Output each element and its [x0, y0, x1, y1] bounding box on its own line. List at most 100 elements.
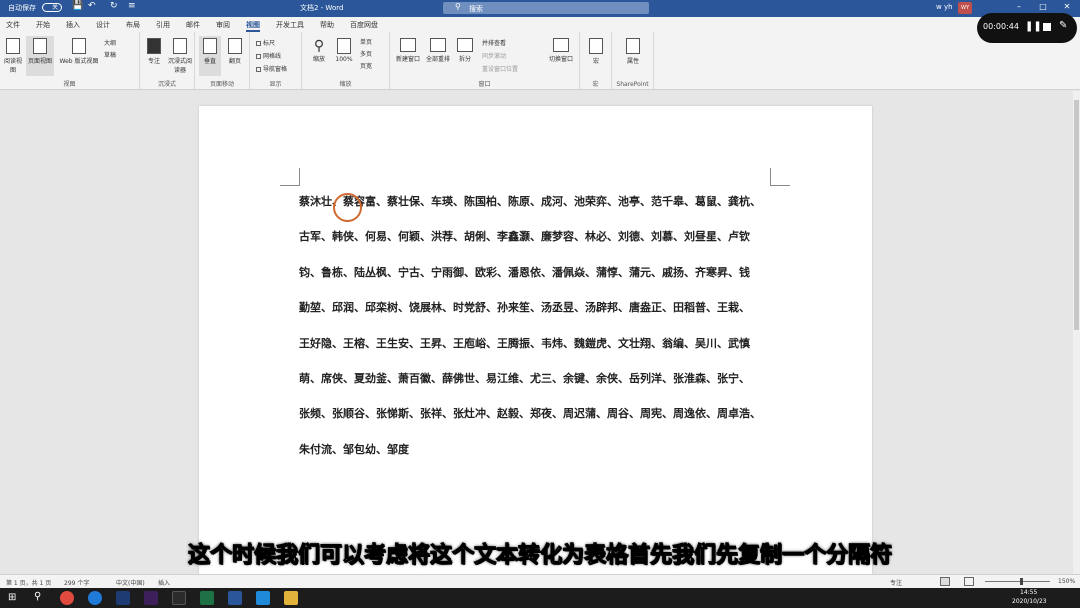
- properties-button[interactable]: 属性: [622, 38, 644, 65]
- word-icon[interactable]: [228, 591, 242, 605]
- zoom-100-button[interactable]: 100%: [332, 38, 356, 63]
- tab-references[interactable]: 引用: [156, 20, 170, 30]
- document-body[interactable]: 蔡沐壮、蔡容富、蔡壮保、车瑛、陈国柏、陈原、成河、池荣弈、池亭、范千皋、葛鼠、龚…: [299, 194, 779, 477]
- outline-button[interactable]: 大纲: [104, 38, 116, 47]
- focus-button[interactable]: 专注: [144, 38, 164, 65]
- text-line: 钧、鲁栋、陆丛枫、宁古、宁雨御、欧彩、潘恩依、潘佩焱、蒲惇、蒲元、戚扬、齐寒昇、…: [299, 265, 750, 279]
- macro-icon: [589, 38, 603, 54]
- stop-icon[interactable]: [1043, 23, 1051, 31]
- ribbon: 阅读视图 页面视图 Web 版式视图 大纲 草稿 视图 专注 沉浸式阅读器 沉浸…: [0, 32, 1080, 90]
- pause-icon[interactable]: ❚❚: [1025, 21, 1042, 32]
- clock-time[interactable]: 14:55: [1020, 589, 1037, 596]
- edge-icon[interactable]: [88, 591, 102, 605]
- split-button[interactable]: 拆分: [454, 38, 476, 63]
- user-name[interactable]: w yh: [936, 3, 953, 11]
- tab-review[interactable]: 审阅: [216, 20, 230, 30]
- tab-baidu-netdisk[interactable]: 百度网盘: [350, 20, 378, 30]
- scrollbar-thumb[interactable]: [1074, 100, 1079, 330]
- vertical-icon: [203, 38, 217, 54]
- recorder-app-icon[interactable]: [256, 591, 270, 605]
- tab-file[interactable]: 文件: [6, 20, 20, 30]
- language[interactable]: 中文(中国): [116, 578, 145, 587]
- text-line: 萌、席侠、夏劲釜、萧百徽、薛佛世、易江维、尤三、余键、余侠、岳列洋、张淮森、张宁…: [299, 371, 750, 385]
- tab-help[interactable]: 帮助: [320, 20, 334, 30]
- page-count[interactable]: 第 1 页，共 1 页: [6, 578, 51, 587]
- app-icon[interactable]: [172, 591, 186, 605]
- web-layout-status-icon[interactable]: [964, 577, 974, 586]
- text-line: 古军、韩侠、何易、何颖、洪荐、胡俐、李鑫灏、廉梦容、林必、刘德、刘慕、刘昼星、卢…: [299, 230, 750, 244]
- globe-icon: [72, 38, 86, 54]
- web-layout-button[interactable]: Web 版式视图: [56, 38, 102, 65]
- tab-layout[interactable]: 布局: [126, 20, 140, 30]
- sharepoint-group-label: SharePoint: [616, 81, 649, 88]
- customize-toolbar-icon[interactable]: ≡: [128, 1, 136, 11]
- immersive-reader-button[interactable]: 沉浸式阅读器: [166, 38, 194, 74]
- macros-group-label: 宏: [592, 81, 599, 88]
- save-icon[interactable]: 💾: [72, 1, 83, 11]
- vertical-button[interactable]: 垂直: [199, 36, 221, 76]
- view-side-by-side-button[interactable]: 并排查看: [482, 38, 506, 47]
- autosave-toggle[interactable]: 关: [42, 3, 62, 12]
- tab-view[interactable]: 视图: [246, 20, 260, 32]
- photoshop-icon[interactable]: [116, 591, 130, 605]
- page-width-button[interactable]: 页宽: [360, 61, 372, 70]
- synchronous-scrolling-button[interactable]: 同步滚动: [482, 51, 506, 60]
- read-mode-button[interactable]: 阅读视图: [3, 38, 23, 74]
- undo-icon[interactable]: ↶: [88, 1, 96, 11]
- video-subtitle: 这个时候我们可以考虑将这个文本转化为表格首先我们先复制一个分隔符: [187, 543, 892, 569]
- tab-insert[interactable]: 插入: [66, 20, 80, 30]
- new-window-button[interactable]: 新建窗口: [394, 38, 422, 63]
- gridlines-checkbox[interactable]: 网格线: [256, 51, 281, 60]
- premiere-icon[interactable]: [144, 591, 158, 605]
- windows-start-icon[interactable]: ⊞: [8, 592, 16, 603]
- zoom-slider-thumb[interactable]: [1020, 578, 1023, 585]
- zoom-slider[interactable]: [985, 581, 1050, 582]
- status-bar: 第 1 页，共 1 页 299 个字 中文(中国) 插入 专注 150%: [0, 574, 1080, 588]
- tab-developer[interactable]: 开发工具: [276, 20, 304, 30]
- book-icon: [6, 38, 20, 54]
- navigation-pane-checkbox[interactable]: 导航窗格: [256, 64, 287, 73]
- page-movement-group: 垂直 翻页 页面移动: [195, 32, 250, 89]
- zoom-button[interactable]: ⚲ 缩放: [308, 38, 330, 63]
- properties-icon: [626, 38, 640, 54]
- insert-mode[interactable]: 插入: [158, 578, 170, 587]
- recording-timer: 00:00:44: [983, 22, 1019, 31]
- tab-home[interactable]: 开始: [36, 20, 50, 30]
- word-count[interactable]: 299 个字: [64, 578, 89, 587]
- print-layout-button[interactable]: 页面视图: [26, 36, 54, 76]
- file-explorer-icon[interactable]: [284, 591, 298, 605]
- one-page-button[interactable]: 单页: [360, 37, 372, 46]
- zoom-group: ⚲ 缩放 100% 单页 多页 页宽 缩放: [302, 32, 390, 89]
- search-box[interactable]: ⚲ 搜索: [443, 2, 649, 14]
- side-to-side-button[interactable]: 翻页: [223, 38, 247, 65]
- zoom-level[interactable]: 150%: [1058, 578, 1075, 585]
- tab-mailings[interactable]: 邮件: [186, 20, 200, 30]
- ruler-checkbox[interactable]: 标尺: [256, 38, 275, 47]
- arrange-all-button[interactable]: 全部重排: [424, 38, 452, 63]
- taskbar: ⊞ ⚲ 14:55 2020/10/23: [0, 588, 1080, 608]
- excel-icon[interactable]: [200, 591, 214, 605]
- tab-design[interactable]: 设计: [96, 20, 110, 30]
- macros-button[interactable]: 宏: [586, 38, 606, 65]
- reset-window-position-button[interactable]: 重设窗口位置: [482, 64, 518, 73]
- immersive-group-label: 沉浸式: [157, 81, 176, 88]
- search-icon[interactable]: ⚲: [34, 591, 41, 602]
- focus-mode-button[interactable]: 专注: [890, 578, 902, 587]
- show-group: 标尺 网格线 导航窗格 显示: [250, 32, 302, 89]
- multiple-pages-button[interactable]: 多页: [360, 49, 372, 58]
- chrome-icon[interactable]: [60, 591, 74, 605]
- redo-icon[interactable]: ↻: [110, 1, 118, 11]
- text-line: 王好隐、王榕、王生安、王昇、王庖峪、王腾振、韦炜、魏鎧虎、文壮翔、翁编、吴川、武…: [299, 336, 750, 350]
- document-page[interactable]: 蔡沐壮、蔡容富、蔡壮保、车瑛、陈国柏、陈原、成河、池荣弈、池亭、范千皋、葛鼠、龚…: [199, 106, 872, 574]
- switch-windows-button[interactable]: 切换窗口: [546, 38, 576, 63]
- avatar[interactable]: WY: [958, 2, 972, 14]
- title-bar: 自动保存 关 💾 ↶ ↻ ≡ 文档2 - Word ⚲ 搜索 w yh WY –…: [0, 0, 1080, 17]
- print-layout-status-icon[interactable]: [940, 577, 950, 586]
- clock-date[interactable]: 2020/10/23: [1012, 598, 1047, 605]
- draft-button[interactable]: 草稿: [104, 50, 116, 59]
- text-line: 张频、张顺谷、张悌斯、张祥、张灶冲、赵毅、郑夜、周迟蒲、周谷、周宪、周逸依、周卓…: [299, 407, 761, 421]
- arrange-icon: [430, 38, 446, 52]
- pen-icon[interactable]: ✎: [1059, 20, 1067, 31]
- reader-icon: [173, 38, 187, 54]
- page-movement-group-label: 页面移动: [209, 81, 234, 88]
